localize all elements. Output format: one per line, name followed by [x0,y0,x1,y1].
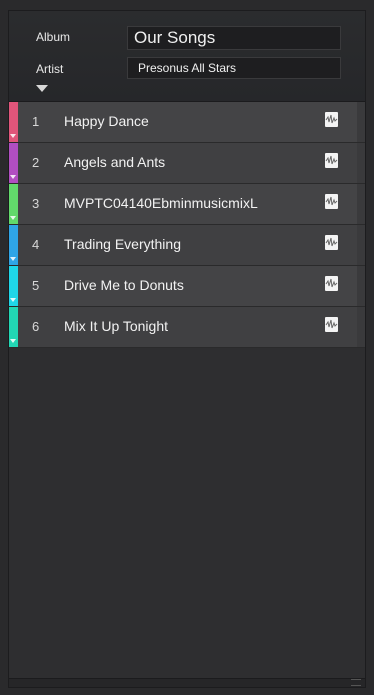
track-row[interactable]: 3 MVPTC04140EbminmusicmixL [9,184,365,225]
track-color-chip[interactable] [9,225,18,265]
track-color-chip[interactable] [9,307,18,347]
track-color-chip[interactable] [9,266,18,306]
artist-label: Artist [36,62,64,76]
track-title[interactable]: Mix It Up Tonight [64,318,168,334]
row-tail [357,225,365,265]
chip-arrow-icon [10,175,16,179]
waveform-icon[interactable] [325,194,338,209]
artist-field[interactable]: Presonus All Stars [127,57,341,79]
triangle-down-icon[interactable] [36,85,48,92]
track-row[interactable]: 6 Mix It Up Tonight [9,307,365,348]
chip-arrow-icon [10,134,16,138]
track-number: 6 [32,319,40,334]
track-color-chip[interactable] [9,184,18,224]
track-title[interactable]: Trading Everything [64,236,181,252]
waveform-icon[interactable] [325,276,338,291]
row-tail [357,184,365,224]
album-label: Album [36,30,71,44]
track-title[interactable]: MVPTC04140EbminmusicmixL [64,195,258,211]
resize-grip-icon[interactable] [351,679,361,686]
track-color-chip[interactable] [9,102,18,142]
track-list: 1 Happy Dance 2 Angels and Ants 3 MVPTC0… [9,102,365,348]
chip-arrow-icon [10,339,16,343]
chip-arrow-icon [10,257,16,261]
album-header: Album Our Songs Artist Presonus All Star… [9,11,365,102]
panel-footer [9,678,365,687]
track-number: 3 [32,196,40,211]
row-tail [357,307,365,347]
waveform-icon[interactable] [325,112,338,127]
track-row[interactable]: 5 Drive Me to Donuts [9,266,365,307]
track-color-chip[interactable] [9,143,18,183]
chip-arrow-icon [10,298,16,302]
track-title[interactable]: Drive Me to Donuts [64,277,184,293]
track-number: 5 [32,278,40,293]
row-tail [357,143,365,183]
album-title-field[interactable]: Our Songs [127,26,341,50]
track-title[interactable]: Happy Dance [64,113,149,129]
waveform-icon[interactable] [325,235,338,250]
album-panel: Album Our Songs Artist Presonus All Star… [8,10,366,688]
waveform-icon[interactable] [325,317,338,332]
track-row[interactable]: 4 Trading Everything [9,225,365,266]
track-row[interactable]: 1 Happy Dance [9,102,365,143]
track-number: 2 [32,155,40,170]
track-number: 1 [32,114,40,129]
chip-arrow-icon [10,216,16,220]
row-tail [357,102,365,142]
track-title[interactable]: Angels and Ants [64,154,165,170]
waveform-icon[interactable] [325,153,338,168]
row-tail [357,266,365,306]
track-row[interactable]: 2 Angels and Ants [9,143,365,184]
track-number: 4 [32,237,40,252]
empty-track-area[interactable] [9,348,365,679]
